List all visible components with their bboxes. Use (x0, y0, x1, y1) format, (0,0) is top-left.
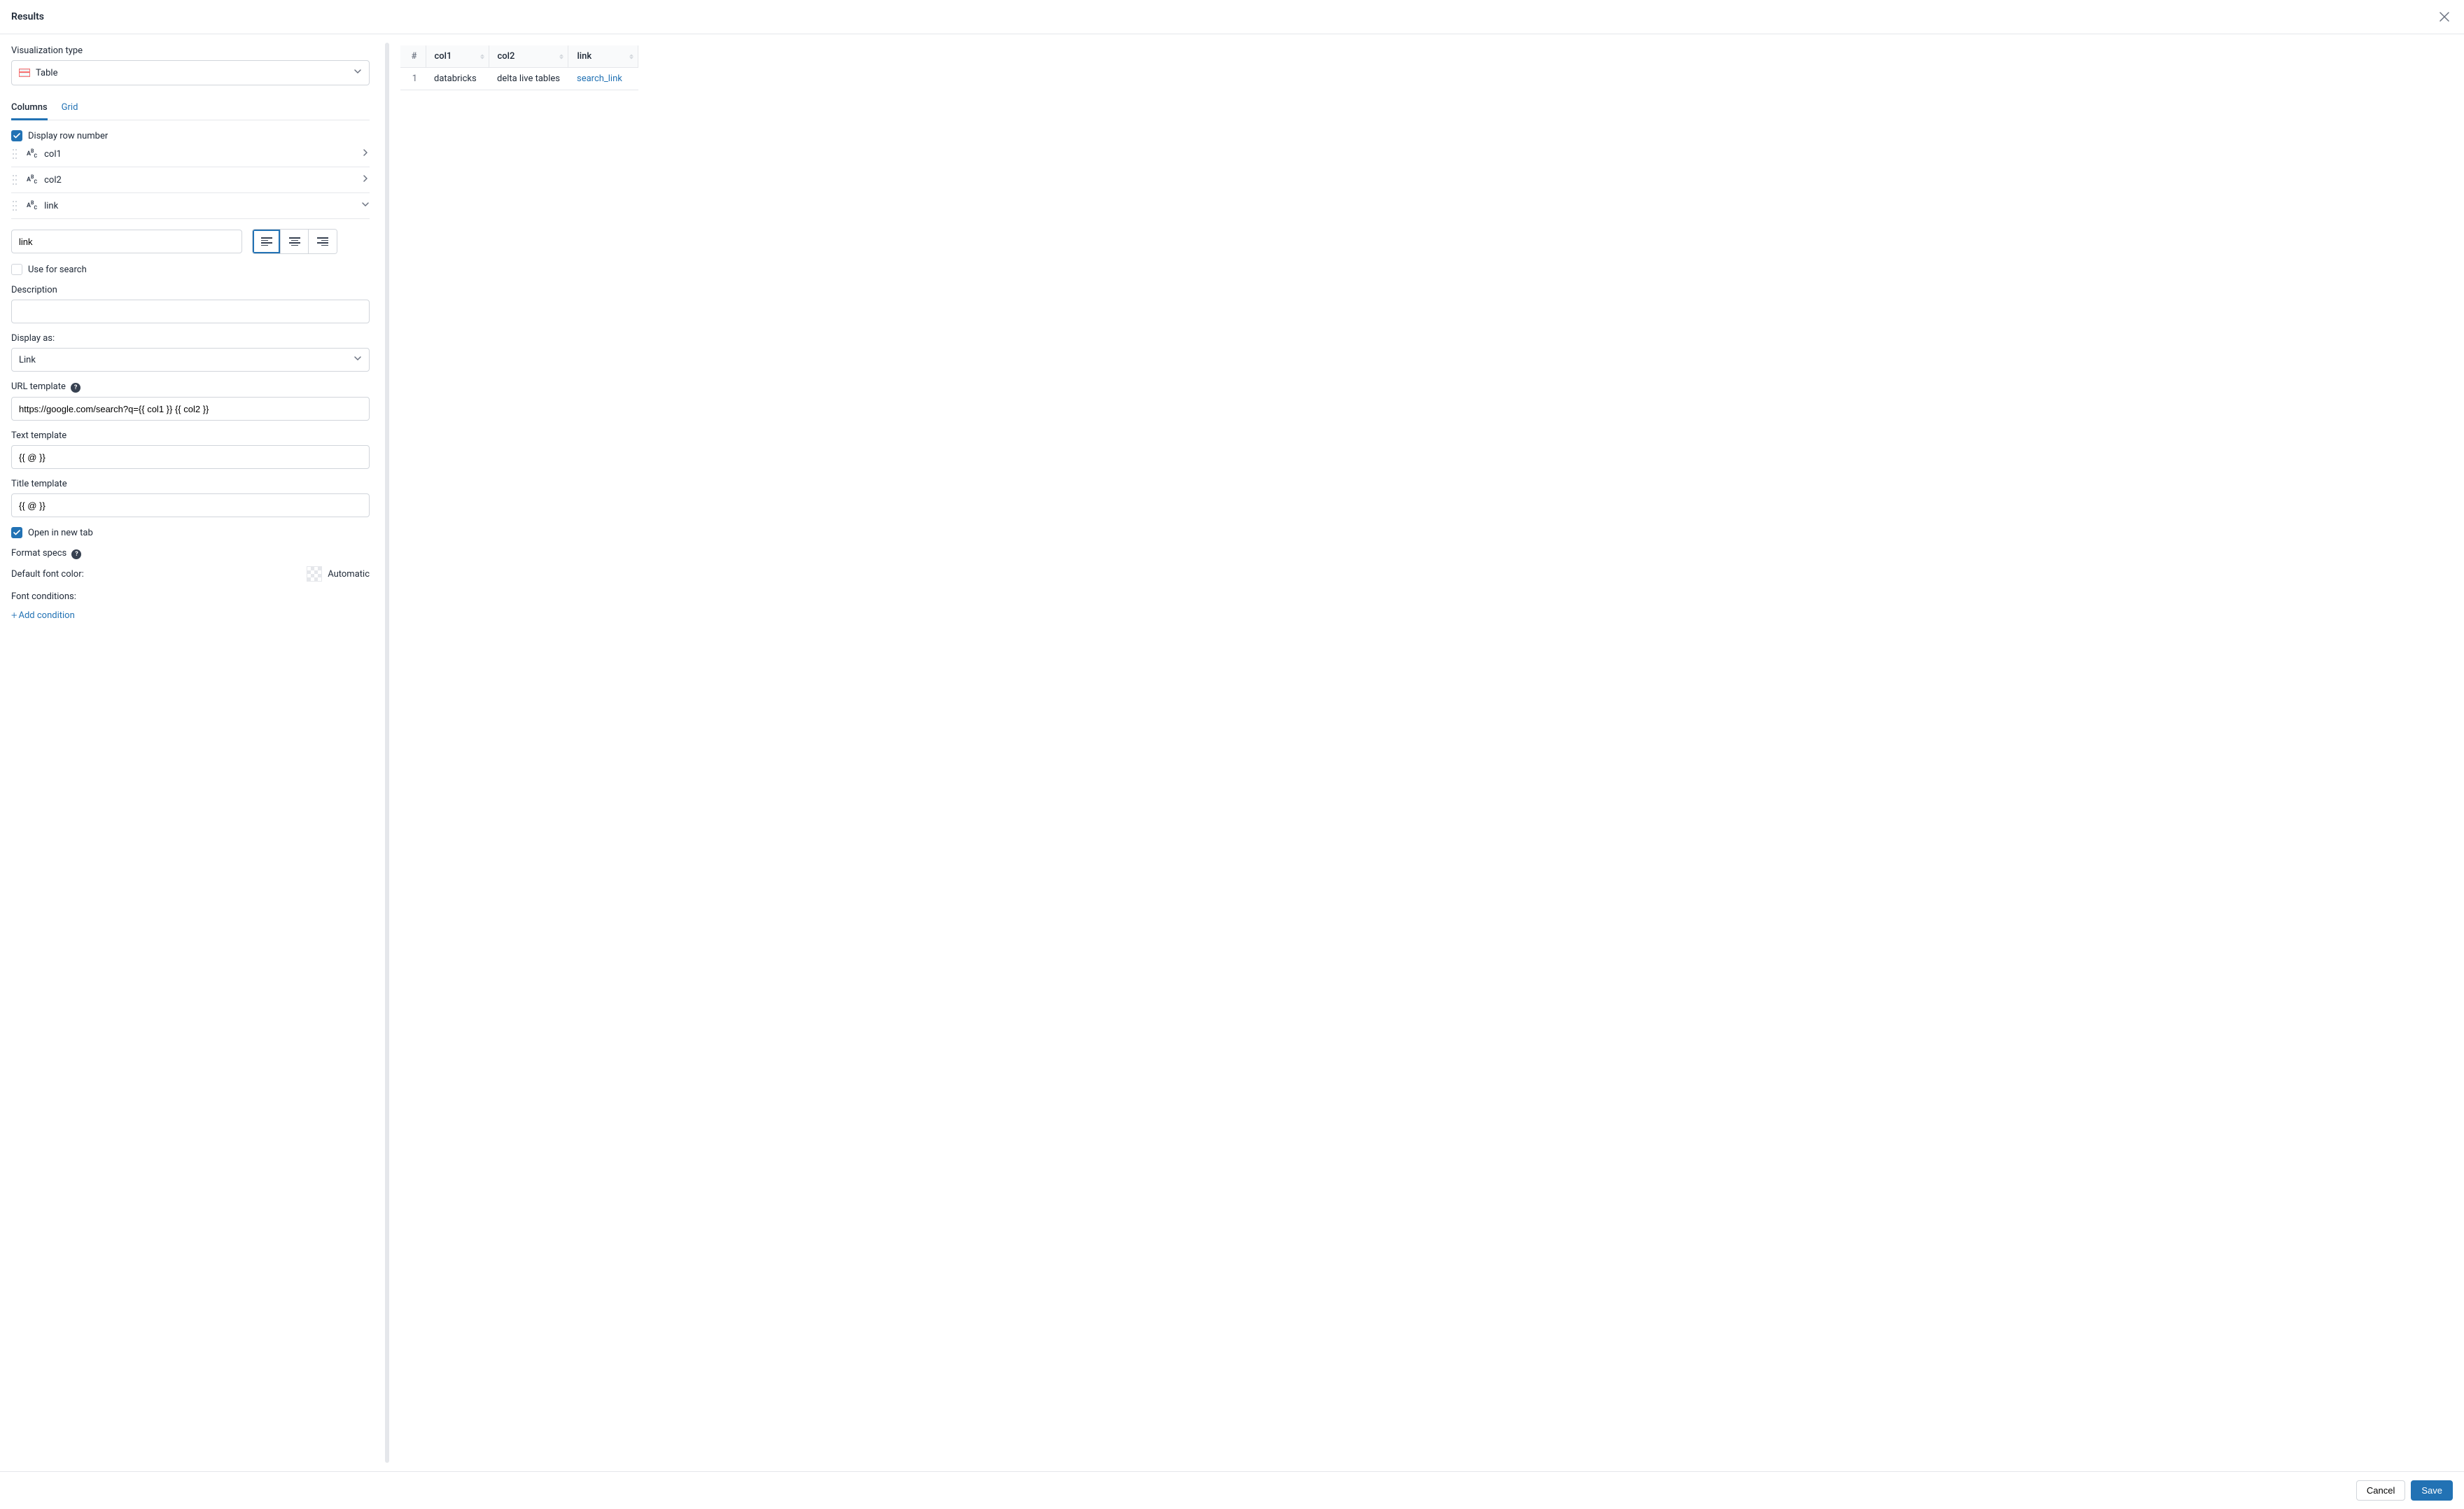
table-header-rownum[interactable]: # (400, 45, 426, 68)
column-row-link[interactable]: ABC link (11, 193, 370, 219)
font-conditions-label: Font conditions: (11, 591, 370, 602)
close-icon (2440, 12, 2449, 22)
chevron-right-icon (361, 148, 370, 160)
table-icon (19, 69, 30, 77)
chevron-right-icon (361, 174, 370, 185)
table-cell-link: search_link (568, 68, 638, 90)
color-swatch[interactable] (307, 566, 322, 582)
table-cell-col2: delta live tables (489, 68, 568, 90)
sort-icon[interactable] (480, 54, 484, 59)
table-header-col1[interactable]: col1 (426, 45, 489, 68)
column-name: link (44, 201, 58, 211)
url-template-input[interactable] (11, 397, 370, 421)
cancel-button[interactable]: Cancel (2356, 1480, 2405, 1501)
panel-resize-handle[interactable] (385, 43, 389, 1463)
align-right-icon (317, 237, 328, 246)
save-button[interactable]: Save (2411, 1480, 2453, 1501)
chevron-down-icon (354, 354, 362, 365)
title-template-label: Title template (11, 479, 370, 489)
url-template-label: URL template ? (11, 381, 370, 393)
text-template-input[interactable] (11, 445, 370, 469)
drag-handle-icon[interactable] (13, 175, 18, 185)
display-as-label: Display as: (11, 333, 370, 344)
drag-handle-icon[interactable] (13, 201, 18, 211)
description-label: Description (11, 285, 370, 295)
default-font-color-value: Automatic (328, 569, 370, 580)
use-for-search-checkbox[interactable] (11, 264, 22, 275)
description-input[interactable] (11, 300, 370, 323)
sort-icon[interactable] (559, 54, 564, 59)
table-header-link[interactable]: link (568, 45, 638, 68)
column-row-col2[interactable]: ABC col2 (11, 167, 370, 193)
open-new-tab-checkbox[interactable] (11, 527, 22, 538)
check-icon (13, 132, 20, 139)
viz-type-value: Table (36, 68, 57, 78)
chevron-down-icon (361, 200, 370, 211)
title-template-input[interactable] (11, 493, 370, 517)
align-left-icon (261, 237, 272, 246)
table-row: 1 databricks delta live tables search_li… (400, 68, 638, 90)
preview-table: # col1 col2 link 1 databricks delta live… (400, 45, 638, 90)
viz-type-label: Visualization type (11, 45, 370, 56)
align-left-button[interactable] (253, 230, 281, 253)
column-row-col1[interactable]: ABC col1 (11, 141, 370, 167)
check-icon (13, 529, 20, 536)
column-name-input[interactable] (11, 230, 242, 253)
tab-columns[interactable]: Columns (11, 97, 48, 120)
align-center-icon (289, 237, 300, 246)
column-name: col1 (44, 149, 62, 160)
text-template-label: Text template (11, 430, 370, 441)
string-type-icon: ABC (27, 175, 37, 185)
display-row-number-label: Display row number (28, 131, 108, 141)
help-icon[interactable]: ? (71, 383, 80, 393)
format-specs-label: Format specs ? (11, 548, 370, 559)
column-name: col2 (44, 175, 62, 185)
add-condition-button[interactable]: + Add condition (11, 609, 370, 622)
string-type-icon: ABC (27, 201, 37, 211)
display-as-select[interactable]: Link (11, 348, 370, 372)
drag-handle-icon[interactable] (13, 149, 18, 159)
plus-icon: + (11, 609, 17, 622)
close-button[interactable] (2436, 8, 2453, 25)
table-cell-col1: databricks (426, 68, 489, 90)
use-for-search-label: Use for search (28, 265, 87, 275)
string-type-icon: ABC (27, 149, 37, 159)
open-new-tab-label: Open in new tab (28, 528, 93, 538)
display-row-number-checkbox[interactable] (11, 130, 22, 141)
tab-grid[interactable]: Grid (62, 97, 78, 120)
help-icon[interactable]: ? (71, 549, 81, 559)
modal-title: Results (11, 11, 44, 22)
chevron-down-icon (354, 67, 362, 78)
display-as-value: Link (19, 355, 36, 365)
table-header-col2[interactable]: col2 (489, 45, 568, 68)
preview-link[interactable]: search_link (577, 73, 622, 84)
viz-type-select[interactable]: Table (11, 60, 370, 85)
align-right-button[interactable] (309, 230, 337, 253)
table-cell-rownum: 1 (400, 68, 426, 90)
align-center-button[interactable] (281, 230, 309, 253)
default-font-color-label: Default font color: (11, 569, 84, 580)
alignment-group (252, 229, 337, 254)
sort-icon[interactable] (629, 54, 634, 59)
